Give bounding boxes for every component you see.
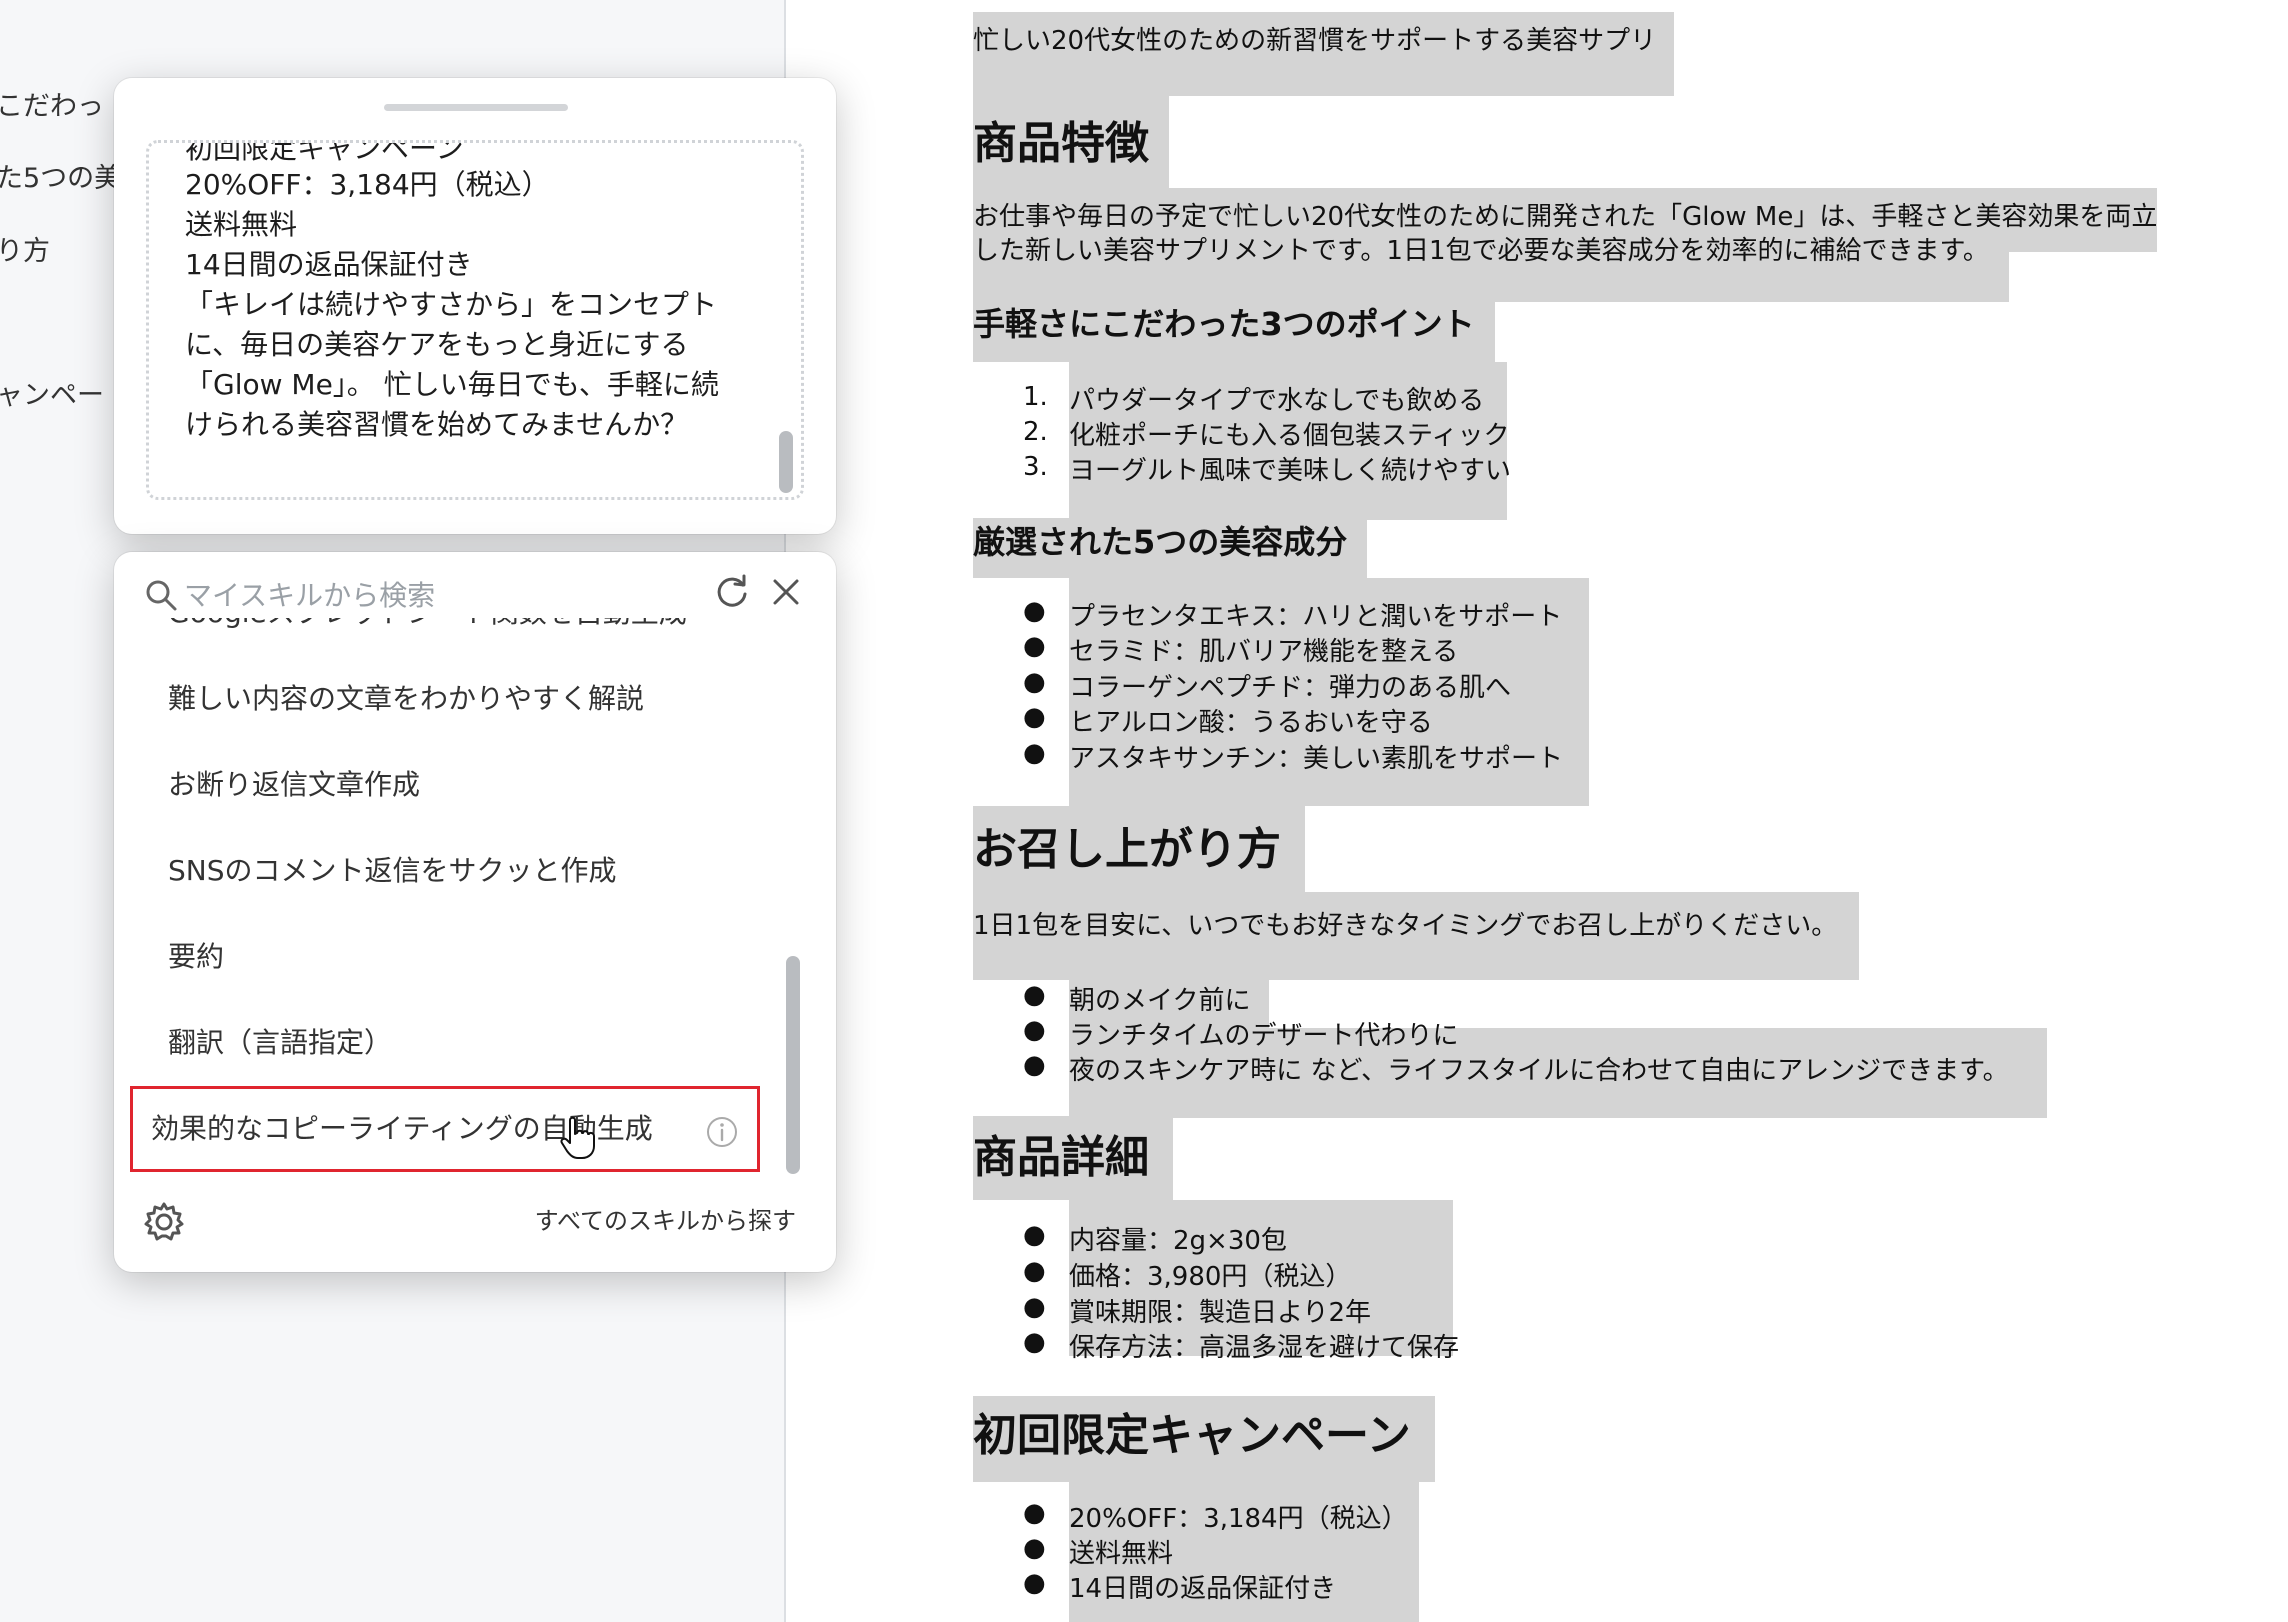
text-line: 「キレイは続けやすさから」をコンセプト xyxy=(185,288,718,321)
outline-item[interactable]: た5つの美 xyxy=(0,156,121,195)
bullet: ● xyxy=(1023,1220,1046,1250)
browse-all-skills-link[interactable]: すべてのスキルから探す xyxy=(535,1201,796,1236)
skill-search-panel: Googleスプレッドシート関数を自動生成 難しい内容の文章をわかりやすく解説 … xyxy=(114,552,836,1272)
skill-item[interactable]: SNSのコメント返信をサクッと作成 xyxy=(130,828,760,914)
list-item: ヨーグルト風味で美味しく続けやすい xyxy=(1069,456,1512,486)
heading-campaign: 初回限定キャンペーン xyxy=(973,1396,1435,1482)
list-item: パウダータイプで水なしでも飲める xyxy=(1069,386,1485,416)
bullet: ● xyxy=(1023,596,1046,626)
info-icon[interactable] xyxy=(705,1115,739,1149)
list-number: 3. xyxy=(1023,452,1048,482)
outline-item[interactable]: こだわっ xyxy=(0,84,104,123)
doc-paragraph: した新しい美容サプリメントです。1日1包で必要な美容成分を効率的に補給できます。 xyxy=(973,236,2009,302)
list-item: ランチタイムのデザート代わりに xyxy=(1069,1021,1459,1051)
generated-text-card: 初回限定キャンペーン 20%OFF：3,184円（税込） 送料無料 14日間の返… xyxy=(114,78,836,534)
generated-text-area[interactable]: 初回限定キャンペーン 20%OFF：3,184円（税込） 送料無料 14日間の返… xyxy=(146,140,804,500)
list-item: セラミド：肌バリア機能を整える xyxy=(1069,637,1459,667)
list-number: 2. xyxy=(1023,417,1048,447)
bullet: ● xyxy=(1023,631,1046,661)
heading-points: 手軽さにこだわった3つのポイント xyxy=(973,300,1495,362)
list-item: 夜のスキンケア時に など、ライフスタイルに合わせて自由にアレンジできます。 xyxy=(1069,1056,2009,1086)
close-icon[interactable] xyxy=(766,572,806,612)
bullet: ● xyxy=(1023,1498,1046,1528)
bullet: ● xyxy=(1023,1568,1046,1598)
list-item: 内容量：2g×30包 xyxy=(1069,1226,1287,1256)
gear-icon[interactable] xyxy=(142,1200,186,1244)
heading-features: 商品特徴 xyxy=(973,96,1169,188)
bullet: ● xyxy=(1023,1256,1046,1286)
list-item: 朝のメイク前に xyxy=(1069,986,1251,1016)
text-line: けられる美容習慣を始めてみませんか？ xyxy=(185,408,689,441)
hand-cursor-icon xyxy=(560,1116,595,1159)
text-line: 20%OFF：3,184円（税込） xyxy=(185,168,550,201)
skill-item[interactable]: 難しい内容の文章をわかりやすく解説 xyxy=(130,656,760,742)
bullet: ● xyxy=(1023,1015,1046,1045)
list-item: アスタキサンチン：美しい素肌をサポート xyxy=(1069,744,1564,774)
list-item: 保存方法：高温多湿を避けて保存 xyxy=(1069,1333,1460,1363)
bullet: ● xyxy=(1023,667,1046,697)
skill-item[interactable]: お断り返信文章作成 xyxy=(130,742,760,828)
heading-ingredients: 厳選された5つの美容成分 xyxy=(973,518,1368,578)
list-item: コラーゲンペプチド：弾力のある肌へ xyxy=(1069,673,1512,703)
bullet: ● xyxy=(1023,738,1046,768)
bullet: ● xyxy=(1023,980,1046,1010)
outline-item[interactable]: り方 xyxy=(0,229,50,268)
list-item: ヒアルロン酸：うるおいを守る xyxy=(1069,708,1433,738)
list-item: 価格：3,980円（税込） xyxy=(1069,1262,1352,1292)
outline-item[interactable]: ャンペー xyxy=(0,373,104,412)
list-item: 賞味期限：製造日より2年 xyxy=(1069,1298,1372,1328)
bullet: ● xyxy=(1023,1292,1046,1322)
skill-item[interactable]: 要約 xyxy=(130,914,760,1000)
skill-list: Googleスプレッドシート関数を自動生成 難しい内容の文章をわかりやすく解説 … xyxy=(130,618,780,1178)
doc-intro: 忙しい20代女性のための新習慣をサポートする美容サプリ xyxy=(973,12,1675,96)
bullet: ● xyxy=(1023,1533,1046,1563)
list-item: 化粧ポーチにも入る個包装スティック xyxy=(1069,421,1510,451)
bullet: ● xyxy=(1023,702,1046,732)
skill-search-input[interactable] xyxy=(182,572,706,618)
skill-item[interactable]: 翻訳（言語指定） xyxy=(130,1000,760,1086)
skill-item-selected[interactable]: 効果的なコピーライティングの自動生成 xyxy=(130,1086,760,1172)
skill-list-scrollbar[interactable] xyxy=(786,956,800,1174)
list-item: プラセンタエキス：ハリと潤いをサポート xyxy=(1069,602,1563,632)
text-line: 送料無料 xyxy=(185,208,298,241)
drag-handle[interactable] xyxy=(384,104,568,111)
refresh-icon[interactable] xyxy=(712,572,752,612)
search-icon xyxy=(146,580,177,611)
textarea-scrollbar[interactable] xyxy=(779,431,793,493)
text-line: 「Glow Me」。 忙しい毎日でも、手軽に続 xyxy=(185,368,719,401)
text-line: 14日間の返品保証付き xyxy=(185,248,473,281)
heading-howto: お召し上がり方 xyxy=(973,806,1305,892)
list-number: 1. xyxy=(1023,382,1048,412)
text-line: に、毎日の美容ケアをもっと身近にする xyxy=(185,328,689,361)
heading-details: 商品詳細 xyxy=(973,1116,1173,1200)
list-item: 14日間の返品保証付き xyxy=(1069,1574,1337,1604)
bullet: ● xyxy=(1023,1327,1046,1357)
doc-paragraph: 1日1包を目安に、いつでもお好きなタイミングでお召し上がりください。 xyxy=(973,892,1860,980)
skill-item[interactable]: Googleスプレッドシート関数を自動生成 xyxy=(130,618,760,656)
list-item: 送料無料 xyxy=(1069,1539,1174,1569)
document-body: 忙しい20代女性のための新習慣をサポートする美容サプリ 商品特徴 お仕事や毎日の… xyxy=(973,0,2273,1622)
bullet: ● xyxy=(1023,1050,1046,1080)
list-item: 20%OFF：3,184円（税込） xyxy=(1069,1504,1408,1534)
